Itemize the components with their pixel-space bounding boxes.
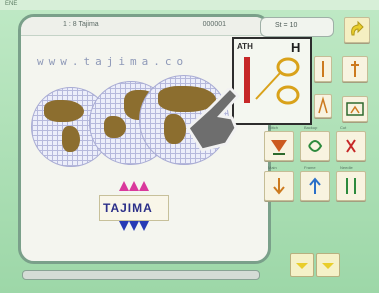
chevron-down-icon — [296, 263, 308, 269]
continent-left-south — [62, 126, 80, 152]
continent-center-south — [104, 116, 126, 138]
cut-button-label: Cut — [340, 125, 347, 130]
embroidery-machine-screen: ENE 1 : 8 Tajima 000001 www.tajima.co TA… — [0, 0, 379, 293]
needle-icon — [351, 61, 359, 77]
logo-upper-mark-2 — [129, 181, 139, 191]
scroll-down-button[interactable] — [290, 253, 314, 277]
main-button-label: Main — [268, 165, 277, 170]
needle-move-icon — [346, 178, 356, 194]
cut-icon — [346, 139, 356, 153]
ath-label: ATH — [237, 42, 253, 51]
stitch-counter: St = 10 — [260, 17, 334, 37]
chevron-down-icon-2 — [322, 263, 334, 269]
up-arrow-icon — [309, 177, 321, 194]
trace-icon — [318, 96, 328, 114]
horizontal-scrollbar[interactable] — [22, 270, 260, 280]
logo-lower-mark-3 — [139, 221, 149, 231]
frame-icon — [346, 102, 364, 116]
stitch-counter-text: St = 10 — [275, 22, 298, 29]
backup-button[interactable] — [300, 131, 330, 161]
top-strip-text: ENE — [5, 1, 18, 7]
scroll-up-button[interactable] — [316, 253, 340, 277]
frame-button[interactable] — [300, 171, 330, 201]
return-icon — [351, 20, 364, 36]
callout-letter: H — [291, 40, 301, 55]
logo-text: TAJIMA — [103, 201, 153, 215]
needle-button-label: Needle — [340, 165, 353, 170]
continent-left — [44, 100, 84, 122]
frame-view-button[interactable] — [342, 96, 368, 122]
logo-plate: TAJIMA — [99, 195, 169, 221]
preview-panel-header: 1 : 8 Tajima 000001 — [21, 17, 268, 36]
design-url-text: www.tajima.co — [37, 55, 189, 68]
top-status-strip: ENE — [0, 0, 379, 10]
stitch-back-button[interactable] — [264, 131, 294, 161]
logo-upper-mark-3 — [139, 181, 149, 191]
logo-lower-mark-1 — [119, 221, 129, 231]
needle-select-button[interactable] — [342, 56, 368, 82]
logo-upper-mark-1 — [119, 181, 129, 191]
down-arrow-icon — [273, 178, 285, 195]
cut-button[interactable] — [336, 131, 366, 161]
design-number: 000001 — [202, 21, 226, 28]
stitch-back-icon — [271, 140, 287, 155]
return-button[interactable] — [344, 17, 370, 43]
main-button[interactable] — [264, 171, 294, 201]
design-name: 1 : 8 Tajima — [63, 21, 99, 28]
backup-icon — [308, 140, 323, 152]
stitch-icon — [322, 61, 324, 77]
logo-lower-mark-2 — [129, 221, 139, 231]
pointing-hand-icon — [180, 85, 250, 163]
frame-button-label: Frame — [304, 165, 316, 170]
stitch-select-button[interactable] — [314, 56, 332, 82]
needle-button[interactable] — [336, 171, 366, 201]
trace-button[interactable] — [314, 94, 332, 118]
